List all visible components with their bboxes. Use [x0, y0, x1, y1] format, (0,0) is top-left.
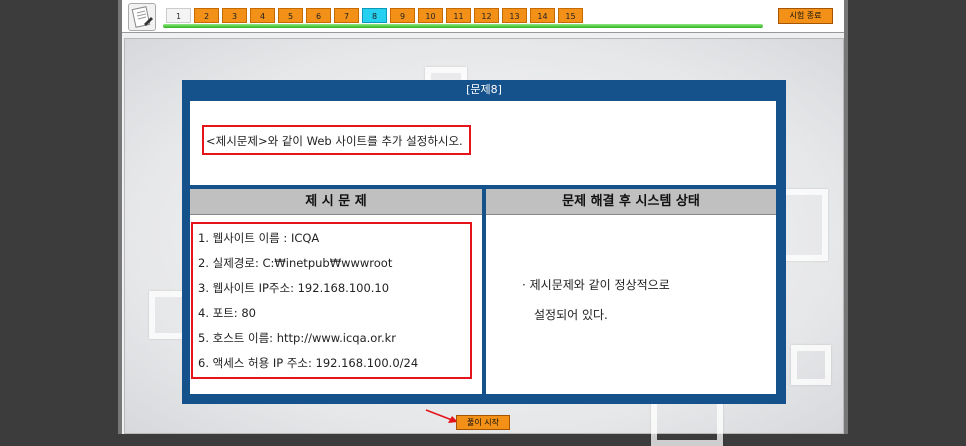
requirement-item: 5. 호스트 이름: http://www.icqa.or.kr	[198, 331, 397, 345]
question-tab-11[interactable]: 11	[446, 8, 471, 23]
question-tab-4[interactable]: 4	[250, 8, 275, 23]
requirement-item: 6. 액세스 허용 IP 주소: 192.168.100.0/24	[198, 356, 419, 370]
background-decoration	[791, 345, 831, 385]
start-solving-button[interactable]: 풀이 시작	[456, 415, 510, 430]
question-number-tabs: 1 2 3 4 5 6 7 8 9 10 11 12 13 14 15	[166, 8, 583, 23]
question-tab-7[interactable]: 7	[334, 8, 359, 23]
question-tab-14[interactable]: 14	[530, 8, 555, 23]
window-border-left	[118, 0, 122, 434]
end-exam-button[interactable]: 시험 종료	[778, 8, 833, 24]
progress-bar	[163, 24, 763, 28]
question-tab-3[interactable]: 3	[222, 8, 247, 23]
requirement-item: 3. 웹사이트 IP주소: 192.168.100.10	[198, 281, 390, 295]
question-title: [문제8]	[466, 83, 502, 96]
requirement-item: 1. 웹사이트 이름 : ICQA	[198, 231, 320, 245]
question-tab-2[interactable]: 2	[194, 8, 219, 23]
window-border-right	[844, 0, 848, 434]
background-decoration	[780, 189, 828, 261]
question-tab-5[interactable]: 5	[278, 8, 303, 23]
question-tab-15[interactable]: 15	[558, 8, 583, 23]
status-line: 설정되어 있다.	[534, 308, 608, 322]
system-status-header: 문제 해결 후 시스템 상태	[486, 189, 776, 215]
question-tab-8[interactable]: 8	[362, 8, 387, 23]
requirement-list: 1. 웹사이트 이름 : ICQA 2. 실제경로: C:₩inetpub₩ww…	[191, 222, 472, 379]
exam-sheet-icon[interactable]	[128, 3, 156, 31]
question-instruction: <제시문제>와 같이 Web 사이트를 추가 설정하시오.	[202, 125, 471, 155]
question-tab-12[interactable]: 12	[474, 8, 499, 23]
question-tab-1[interactable]: 1	[166, 8, 191, 23]
requirement-item: 4. 포트: 80	[198, 306, 256, 320]
presented-problem-header: 제 시 문 제	[190, 189, 482, 215]
question-tab-9[interactable]: 9	[390, 8, 415, 23]
question-tab-10[interactable]: 10	[418, 8, 443, 23]
expected-status: · 제시문제와 같이 정상적으로 설정되어 있다.	[522, 270, 762, 330]
pointer-arrow-icon	[425, 409, 458, 423]
question-tab-13[interactable]: 13	[502, 8, 527, 23]
question-tab-6[interactable]: 6	[306, 8, 331, 23]
requirement-item: 2. 실제경로: C:₩inetpub₩wwwroot	[198, 256, 393, 270]
status-line: · 제시문제와 같이 정상적으로	[522, 278, 670, 292]
